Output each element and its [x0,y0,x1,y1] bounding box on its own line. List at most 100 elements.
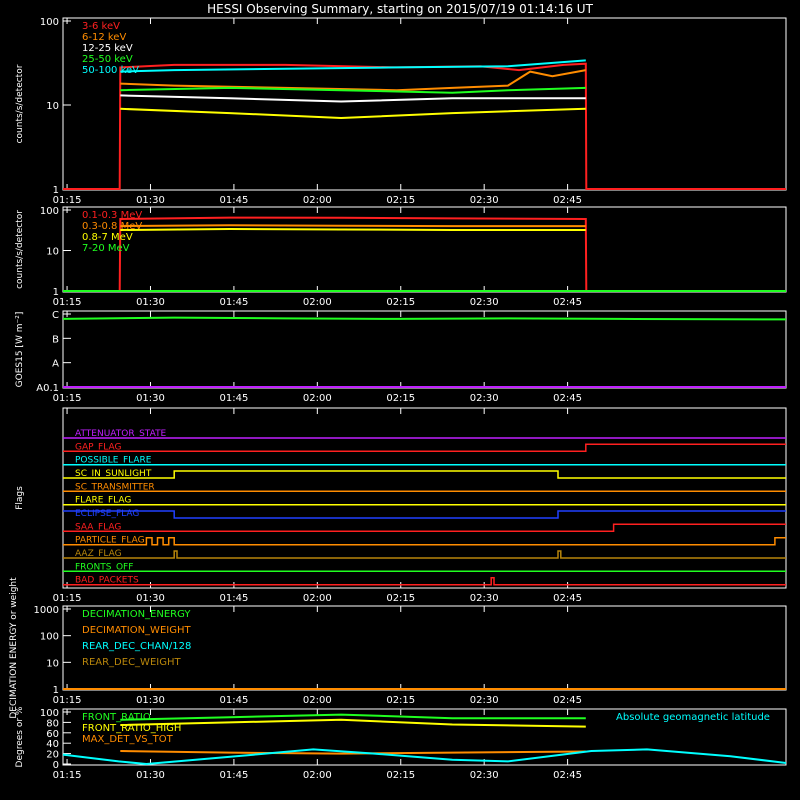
x-tick-label: 01:45 [219,695,248,706]
flag-label: AAZ_FLAG [75,549,122,559]
x-tick-label: 02:15 [386,770,415,781]
ratio-annotation: Absolute geomagnetic latitude [616,712,770,723]
x-tick-label: 02:30 [470,195,499,206]
flag-label: ECLIPSE_FLAG [75,509,139,519]
x-tick-label: 02:45 [553,297,582,308]
x-tick-label: 02:00 [303,770,332,781]
series-line-3-6-kev [63,62,786,190]
series-line-front-ratio-high [120,718,586,728]
panel-frame [62,206,787,293]
x-tick-label: 01:45 [219,195,248,206]
y-axis-label: Degrees or % [15,706,25,767]
x-tick-label: 01:30 [136,393,165,404]
flag-line-gap-flag [63,443,786,453]
flag-label: SC_TRANSMITTER [75,482,155,492]
series-line-goes-long [62,316,787,321]
x-tick-label: 02:15 [386,297,415,308]
flag-line-bad-packets [63,576,786,586]
y-tick-label: 1 [53,685,59,696]
flag-label: GAP_FLAG [75,442,121,452]
flag-label: SC_IN_SUNLIGHT [75,469,152,479]
panel-ratio: 01:15 01:30 01:45 02:00 02:15 02:30 02:45 02040… [15,706,787,781]
x-tick-label: 01:45 [219,770,248,781]
panel-frame [62,310,787,389]
series-line-0-8-7-mev [120,227,586,231]
y-axis-label: counts/s/detector [15,210,25,289]
legend-entry: 12-25 keV [82,43,133,54]
x-tick-label: 01:15 [53,695,82,706]
x-tick-label: 02:45 [553,770,582,781]
x-tick-label: 01:30 [136,593,165,604]
y-tick-label: 1 [53,287,59,298]
flag-label: FRONTS_OFF [75,562,133,572]
legend-entry: 25-50 keV [82,54,133,65]
panels-group: 01:15 01:30 01:45 02:00 02:15 02:30 02:4511010… [9,17,787,781]
panel-goes: 01:15 01:30 01:45 02:00 02:15 02:30 02:45 A0.1 A… [15,310,787,404]
x-tick-label: 02:30 [470,297,499,308]
flag-label: FLARE_FLAG [75,496,131,506]
x-tick-label: 02:15 [386,195,415,206]
legend-entry: MAX_DET_VS_TOT [82,734,174,745]
x-tick-label: 02:15 [386,695,415,706]
y-tick-label: C [52,310,59,321]
y-tick-label: A [52,359,59,370]
x-tick-label: 02:15 [386,393,415,404]
series-line-yellow-trace [120,107,586,120]
x-tick-label: 02:30 [470,770,499,781]
x-tick-label: 02:00 [303,593,332,604]
y-tick-label: 100 [40,17,59,28]
y-tick-label: 1000 [34,605,59,616]
y-axis-label: counts/s/detector [15,64,25,143]
legend-entry: REAR_DEC_CHAN/128 [82,641,191,652]
x-tick-label: 01:15 [53,770,82,781]
panel-gamma: 01:15 01:30 01:45 02:00 02:15 02:30 02:45 1 10 10… [15,206,787,308]
flag-line-eclipse-flag [63,510,786,519]
panel-flags: 01:15 01:30 01:45 02:00 02:15 02:30 02:45 Flags… [15,407,787,604]
x-tick-label: 02:30 [470,593,499,604]
flag-line-saa-flag [63,523,786,533]
x-tick-label: 02:45 [553,393,582,404]
x-tick-label: 01:45 [219,393,248,404]
x-tick-label: 01:30 [136,195,165,206]
y-tick-label: 10 [46,247,59,258]
y-tick-label: A0.1 [36,383,59,394]
legend-entry: 0.3-0.8 MeV [82,221,142,232]
x-tick-label: 02:00 [303,297,332,308]
x-tick-label: 02:00 [303,393,332,404]
y-tick-label: 100 [40,206,59,217]
legend-entry: FRONT_RATIO_HIGH [82,723,181,734]
series-line-6-12-kev [120,69,586,92]
series-line-front-ratio [120,713,586,721]
x-tick-label: 01:15 [53,297,82,308]
y-tick-label: 80 [46,718,59,729]
x-tick-label: 01:45 [219,593,248,604]
legend-entry: FRONT_RATIO [82,712,151,723]
x-tick-label: 01:15 [53,195,82,206]
flag-label: POSSIBLE_FLARE [75,456,152,466]
legend-entry: 6-12 keV [82,32,126,43]
x-tick-label: 01:15 [53,593,82,604]
panel-hxr: 01:15 01:30 01:45 02:00 02:15 02:30 02:45 1 10 10… [15,17,787,206]
figure-title: HESSI Observing Summary, starting on 201… [207,2,593,16]
x-tick-label: 02:00 [303,695,332,706]
x-tick-label: 01:15 [53,393,82,404]
flag-line-sc-in-sunlight [63,470,786,479]
flag-label: ATTENUATOR_STATE [75,429,167,439]
y-tick-label: 60 [46,729,59,740]
x-tick-label: 01:30 [136,770,165,781]
y-axis-label: DECIMATION ENERGY or weight [9,577,19,719]
legend-entry: 0.8-7 MeV [82,232,133,243]
legend-entry: 50-100 keV [82,65,139,76]
y-tick-label: 10 [46,101,59,112]
flag-label: PARTICLE_FLAG [75,536,145,546]
series-line-0-3-0-8-mev [120,224,586,228]
y-tick-label: 20 [46,750,59,761]
y-axis-label: GOES15 [W m⁻²] [15,312,25,388]
legend-entry: 3-6 keV [82,21,120,32]
y-tick-label: 100 [40,632,59,643]
x-tick-label: 02:15 [386,593,415,604]
x-tick-label: 01:45 [219,297,248,308]
flag-label: BAD_PACKETS [75,576,139,586]
legend-entry: 7-20 MeV [82,243,130,254]
x-tick-label: 01:30 [136,297,165,308]
